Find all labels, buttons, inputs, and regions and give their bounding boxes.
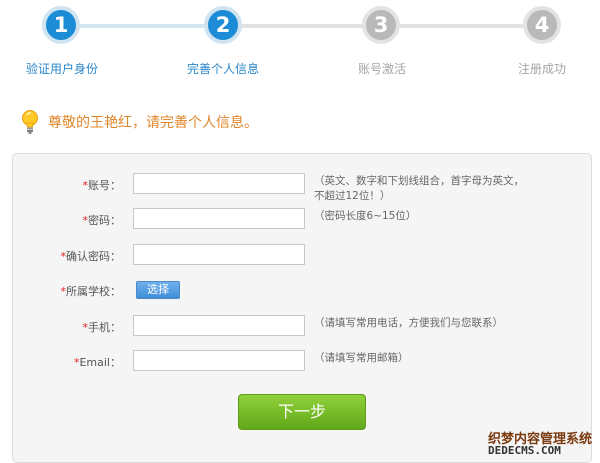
phone-input[interactable]: [133, 315, 305, 336]
step-connector: [240, 24, 366, 28]
email-label: *Email：: [73, 356, 121, 369]
greeting-text: 尊敬的王艳红，请完善个人信息。: [48, 115, 258, 131]
email-input[interactable]: [133, 350, 305, 371]
lightbulb-icon: [22, 110, 38, 134]
step-3-label: 账号激活: [357, 62, 406, 76]
password-label: *密码：: [82, 214, 122, 227]
greeting: 尊敬的王艳红，请完善个人信息。: [20, 109, 258, 135]
phone-label: *手机：: [82, 321, 122, 334]
registration-stepper: 1 2 3 4 验证用户身份 完善个人信息 账号激活 注册成功: [0, 0, 600, 90]
account-hint: （英文、数字和下划线组合，首字母为英文，不超过12位！）: [314, 175, 524, 202]
step-4-label: 注册成功: [517, 62, 566, 76]
step-connector: [80, 24, 206, 28]
confirm-password-label: *确认密码：: [60, 250, 122, 263]
step-1-badge: 1: [42, 6, 80, 44]
step-2-badge: 2: [204, 6, 242, 44]
confirm-password-input[interactable]: [133, 244, 305, 265]
school-label: *所属学校：: [60, 285, 122, 298]
step-3-badge: 3: [362, 6, 400, 44]
watermark-url: DEDECMS.COM: [488, 444, 561, 457]
password-hint: （密码长度6~15位）: [314, 210, 417, 222]
account-input[interactable]: [133, 173, 305, 194]
step-1-label: 验证用户身份: [25, 62, 98, 76]
step-2-label: 完善个人信息: [186, 62, 259, 76]
phone-hint: （请填写常用电话，方便我们与您联系）: [314, 317, 503, 329]
next-step-button[interactable]: 下一步: [238, 394, 366, 430]
registration-form: *账号： （英文、数字和下划线组合，首字母为英文，不超过12位！） *密码： （…: [12, 153, 592, 463]
password-input[interactable]: [133, 208, 305, 229]
email-hint: （请填写常用邮箱）: [314, 352, 409, 364]
step-4-badge: 4: [523, 6, 561, 44]
select-school-button[interactable]: 选择: [136, 281, 180, 299]
account-label: *账号：: [82, 179, 122, 192]
step-connector: [400, 24, 524, 28]
